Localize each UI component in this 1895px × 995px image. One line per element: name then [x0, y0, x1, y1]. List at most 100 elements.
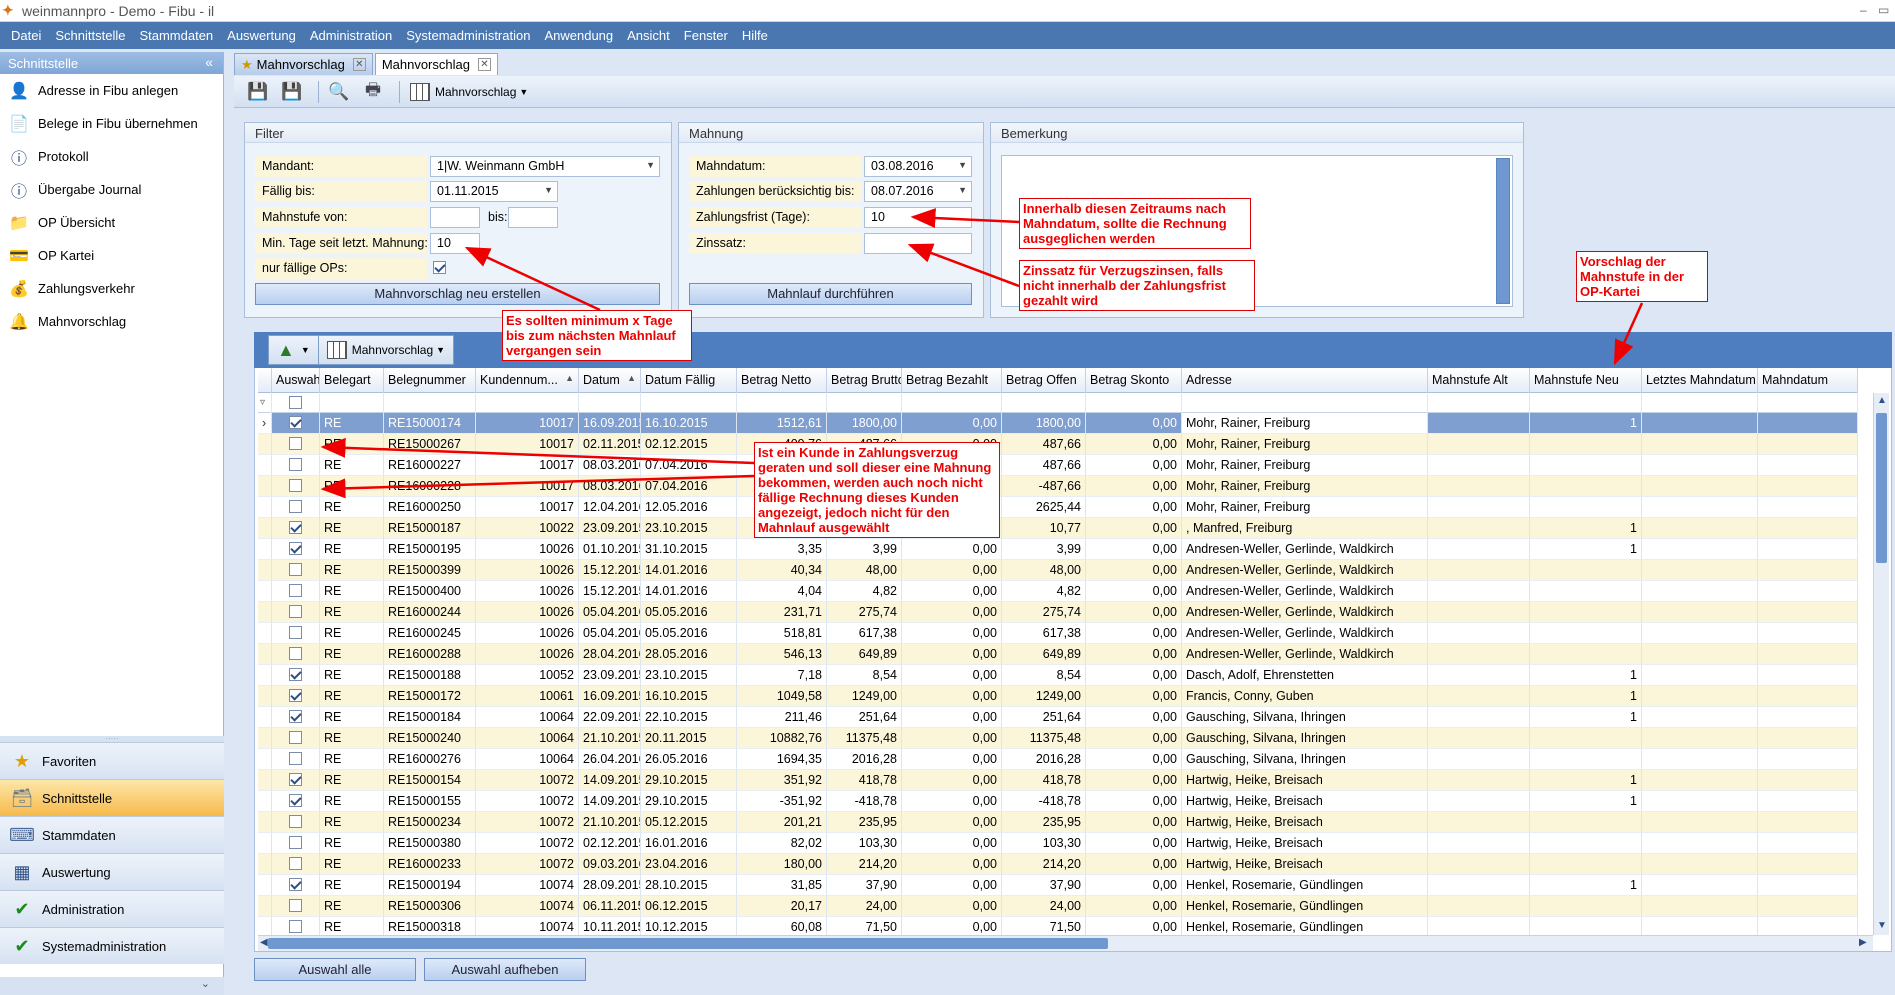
view-dropdown[interactable]: Mahnvorschlag ▼	[406, 82, 532, 101]
row-select-checkbox[interactable]	[272, 812, 320, 833]
horizontal-scrollbar[interactable]: ◀ ▶	[258, 935, 1873, 951]
scroll-left-icon[interactable]: ◀	[260, 937, 268, 948]
save-close-icon[interactable]: 💾	[244, 79, 272, 105]
column-header-8[interactable]: Betrag Bezahlt	[902, 368, 1002, 393]
column-header-10[interactable]: Betrag Skonto	[1086, 368, 1182, 393]
filter-cell[interactable]	[476, 393, 579, 413]
row-select-checkbox[interactable]	[272, 791, 320, 812]
mahnstufe-von-input[interactable]	[430, 207, 480, 228]
column-header-7[interactable]: Betrag Brutto	[827, 368, 902, 393]
row-select-checkbox[interactable]	[272, 728, 320, 749]
filter-cell[interactable]	[827, 393, 902, 413]
nur-faellige-checkbox[interactable]	[433, 261, 446, 277]
row-select-checkbox[interactable]	[272, 896, 320, 917]
memo-scrollbar[interactable]	[1496, 158, 1510, 304]
mahnlauf-button[interactable]: Mahnlauf durchführen	[689, 283, 972, 305]
row-select-checkbox[interactable]	[272, 644, 320, 665]
scroll-up-icon[interactable]: ▲	[1877, 395, 1887, 406]
column-header-6[interactable]: Betrag Netto	[737, 368, 827, 393]
table-row[interactable]: RE RE16000276 10064 26.04.2016 26.05.2016 169…	[258, 749, 1858, 770]
zinssatz-input[interactable]	[864, 233, 972, 254]
scroll-right-icon[interactable]: ▶	[1859, 937, 1867, 948]
row-select-checkbox[interactable]	[272, 455, 320, 476]
table-row[interactable]: RERE150002671001702.11.201502.12.2015409…	[258, 434, 1858, 455]
filter-checkbox[interactable]	[272, 393, 320, 413]
table-row[interactable]: RERE150001871002223.09.201523.10.20159,0…	[258, 518, 1858, 539]
table-row[interactable]: RE RE15000155 10072 14.09.2015 29.10.2015 -35…	[258, 791, 1858, 812]
column-header-9[interactable]: Betrag Offen	[1002, 368, 1086, 393]
table-row[interactable]: RE RE15000380 10072 02.12.2015 16.01.2016 82,…	[258, 833, 1858, 854]
tab-mahnvorschlag-2[interactable]: Mahnvorschlag ✕	[374, 53, 498, 75]
column-header-14[interactable]: Letztes Mahndatum	[1642, 368, 1758, 393]
minimize-icon[interactable]: –	[1860, 3, 1867, 17]
row-select-checkbox[interactable]	[272, 434, 320, 455]
row-select-checkbox[interactable]	[272, 854, 320, 875]
menu-item-4[interactable]: Administration	[303, 28, 399, 43]
row-select-checkbox[interactable]	[272, 749, 320, 770]
menu-item-5[interactable]: Systemadministration	[399, 28, 537, 43]
grid-view-dropdown[interactable]: Mahnvorschlag ▼	[317, 335, 455, 365]
filter-cell[interactable]	[579, 393, 641, 413]
nav-button-2[interactable]: ⌨ Stammdaten	[0, 816, 224, 853]
column-header-3[interactable]: Kundennum... ▲	[476, 368, 579, 393]
menu-item-0[interactable]: Datei	[4, 28, 48, 43]
nav-overflow-icon[interactable]: ⌄	[0, 977, 224, 995]
row-select-checkbox[interactable]	[272, 875, 320, 896]
close-icon[interactable]: ✕	[352, 58, 366, 71]
table-row[interactable]: RERE160002271001708.03.201607.04.2016409…	[258, 455, 1858, 476]
tab-mahnvorschlag-1[interactable]: ★ Mahnvorschlag ✕	[234, 53, 373, 75]
table-row[interactable]: RE RE15000240 10064 21.10.2015 20.11.2015 108…	[258, 728, 1858, 749]
row-select-checkbox[interactable]	[272, 581, 320, 602]
collapse-icon[interactable]: «	[205, 54, 213, 70]
nav-button-1[interactable]: 🗃 Schnittstelle	[0, 779, 224, 816]
close-icon[interactable]: ✕	[477, 58, 491, 71]
sidebar-item-1[interactable]: 📄 Belege in Fibu übernehmen	[0, 107, 223, 140]
table-row[interactable]: RE RE16000233 10072 09.03.2016 23.04.2016 180…	[258, 854, 1858, 875]
export-button[interactable]: ▲ ▼	[268, 335, 318, 365]
table-row[interactable]: RERE160002281001708.03.201607.04.2016-40…	[258, 476, 1858, 497]
scroll-down-icon[interactable]: ▼	[1877, 920, 1887, 931]
filter-icon[interactable]: ▿	[258, 393, 272, 413]
deselect-button[interactable]: Auswahl aufheben	[424, 958, 586, 981]
column-header-12[interactable]: Mahnstufe Alt	[1428, 368, 1530, 393]
column-header-0[interactable]: Auswahl	[272, 368, 320, 393]
sidebar-item-7[interactable]: 🔔 Mahnvorschlag	[0, 305, 223, 338]
sidebar-item-5[interactable]: 💳 OP Kartei	[0, 239, 223, 272]
row-select-checkbox[interactable]	[272, 833, 320, 854]
column-header-4[interactable]: Datum ▲	[579, 368, 641, 393]
min-tage-input[interactable]: 10	[430, 233, 480, 254]
table-row[interactable]: RE RE15000400 10026 15.12.2015 14.01.2016 4,0…	[258, 581, 1858, 602]
row-select-checkbox[interactable]	[272, 707, 320, 728]
faellig-date-field[interactable]: 01.11.2015 ▼	[430, 181, 558, 202]
table-row[interactable]: RE RE16000245 10026 05.04.2016 05.05.2016 518…	[258, 623, 1858, 644]
table-row[interactable]: RERE160002501001712.04.201612.05.2016220…	[258, 497, 1858, 518]
filter-cell[interactable]	[1428, 393, 1530, 413]
menu-item-8[interactable]: Fenster	[677, 28, 735, 43]
mahnstufe-bis-input[interactable]	[508, 207, 558, 228]
sidebar-item-3[interactable]: ⓘ Übergabe Journal	[0, 173, 223, 206]
column-header-1[interactable]: Belegart	[320, 368, 384, 393]
table-row[interactable]: RE RE15000195 10026 01.10.2015 31.10.2015 3,3…	[258, 539, 1858, 560]
column-header-15[interactable]: Mahndatum	[1758, 368, 1858, 393]
menu-item-7[interactable]: Ansicht	[620, 28, 677, 43]
filter-cell[interactable]	[737, 393, 827, 413]
filter-cell[interactable]	[1758, 393, 1858, 413]
table-row[interactable]: RE RE15000399 10026 15.12.2015 14.01.2016 40,…	[258, 560, 1858, 581]
column-header-13[interactable]: Mahnstufe Neu	[1530, 368, 1642, 393]
scroll-thumb[interactable]	[268, 938, 1108, 949]
menu-item-6[interactable]: Anwendung	[537, 28, 620, 43]
row-select-checkbox[interactable]	[272, 602, 320, 623]
row-select-checkbox[interactable]	[272, 560, 320, 581]
column-header-11[interactable]: Adresse	[1182, 368, 1428, 393]
zahlungsfrist-input[interactable]: 10	[864, 207, 972, 228]
mandant-select[interactable]: 1|W. Weinmann GmbH ▼	[430, 156, 660, 177]
filter-cell[interactable]	[902, 393, 1002, 413]
mahnvorschlag-erstellen-button[interactable]: Mahnvorschlag neu erstellen	[255, 283, 660, 305]
save-icon[interactable]: 💾	[278, 79, 306, 105]
nav-button-0[interactable]: ★ Favoriten	[0, 742, 224, 779]
row-select-checkbox[interactable]	[272, 476, 320, 497]
select-all-button[interactable]: Auswahl alle	[254, 958, 416, 981]
menu-item-1[interactable]: Schnittstelle	[48, 28, 132, 43]
filter-cell[interactable]	[1642, 393, 1758, 413]
row-select-checkbox[interactable]	[272, 686, 320, 707]
